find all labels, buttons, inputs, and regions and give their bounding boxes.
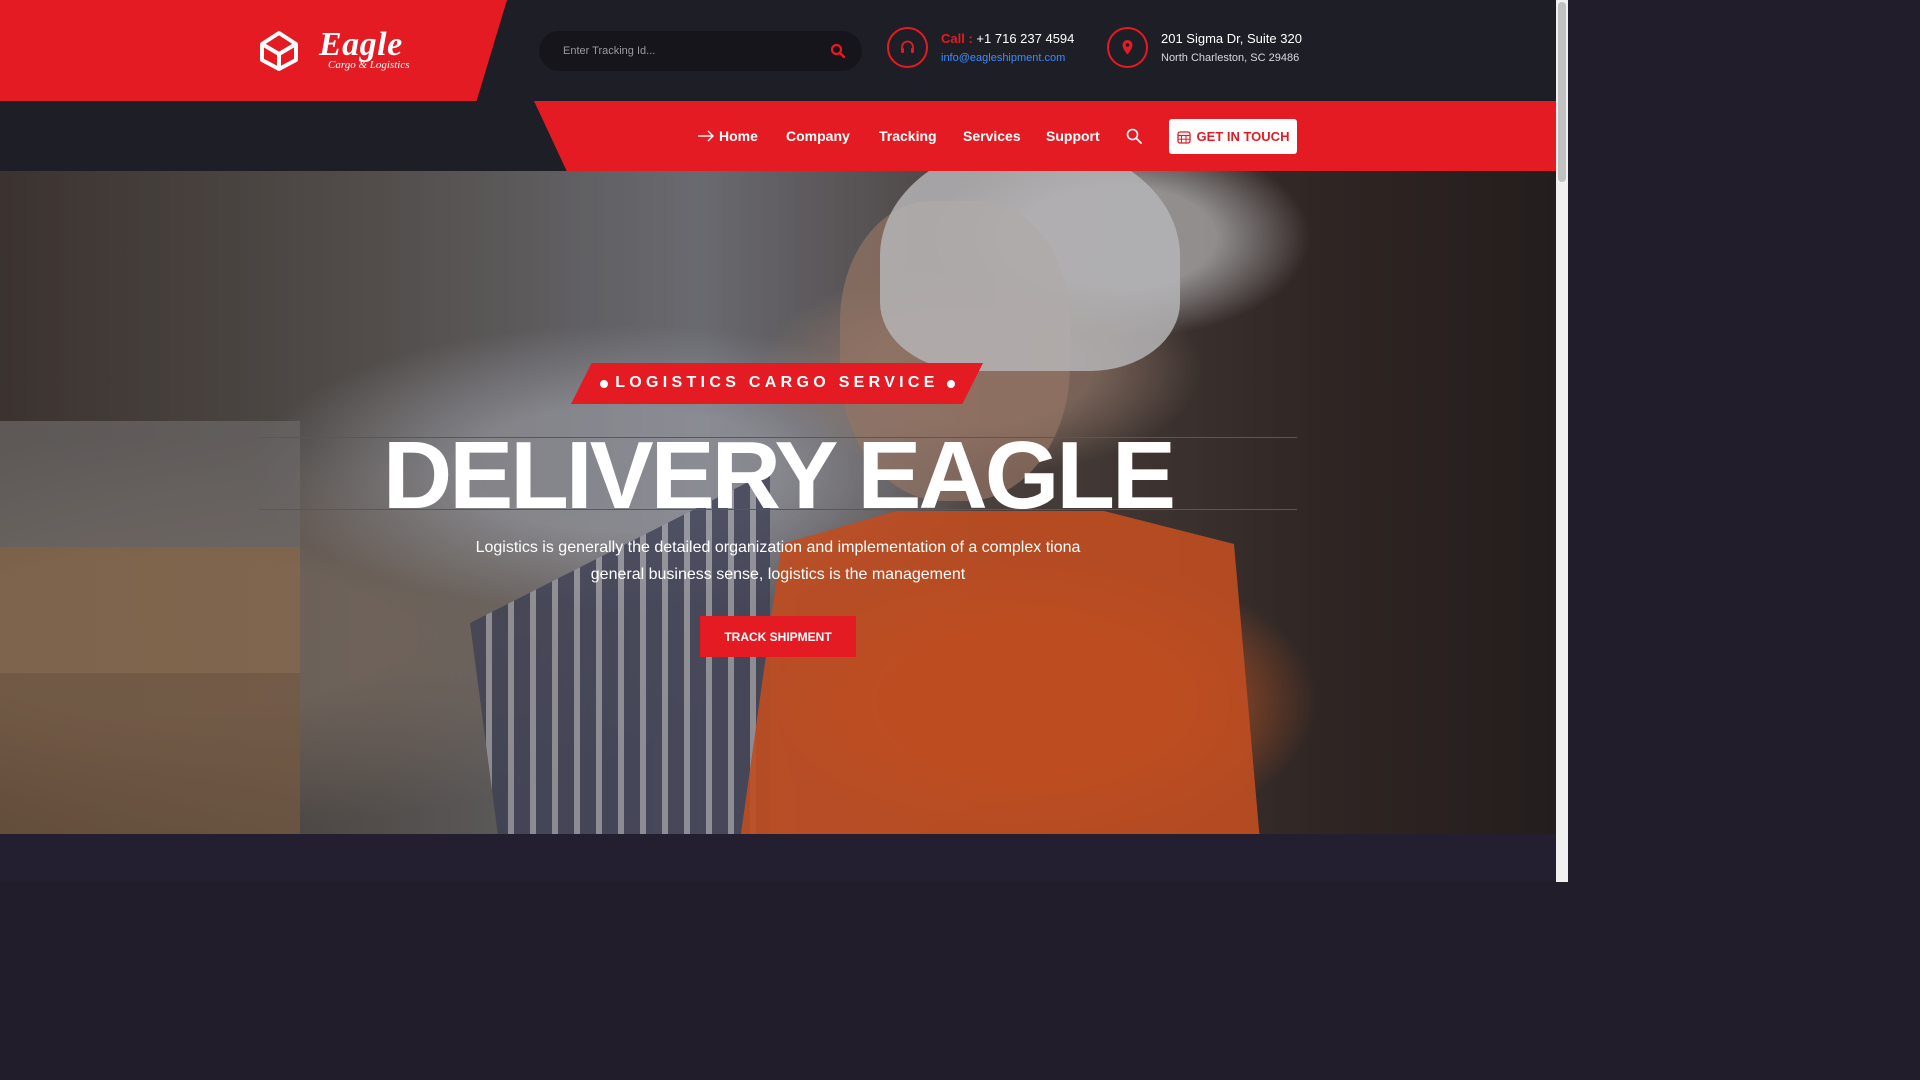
search-icon[interactable] <box>1126 128 1142 144</box>
next-section <box>0 834 1556 882</box>
hero-rule-bottom <box>259 509 1297 510</box>
hero-section: LOGISTICS CARGO SERVICE DELIVERY EAGLE L… <box>0 171 1556 834</box>
track-shipment-button[interactable]: TRACK SHIPMENT <box>700 616 856 657</box>
tracking-id-input[interactable] <box>563 41 813 61</box>
address-line-2: North Charleston, SC 29486 <box>1161 52 1300 64</box>
arrow-right-icon <box>698 130 714 142</box>
main-navigation: Home Company Tracking Services Support G… <box>0 101 1556 171</box>
scrollbar-thumb[interactable] <box>1558 2 1566 182</box>
tracking-search <box>539 31 862 71</box>
search-icon[interactable] <box>830 43 846 59</box>
phone-number[interactable]: +1 716 237 4594 <box>976 31 1074 46</box>
nav-background <box>534 101 1556 171</box>
nav-item-services[interactable]: Services <box>963 128 1021 144</box>
hero-badge: LOGISTICS CARGO SERVICE <box>571 363 983 404</box>
phone-circle <box>887 27 928 68</box>
hero-description: Logistics is generally the detailed orga… <box>400 534 1156 588</box>
nav-item-tracking[interactable]: Tracking <box>879 128 937 144</box>
page: Eagle Cargo & Logistics Call : +1 716 23… <box>0 0 1568 882</box>
nav-item-support[interactable]: Support <box>1046 128 1100 144</box>
top-header: Eagle Cargo & Logistics Call : +1 716 23… <box>0 0 1556 101</box>
calendar-icon <box>1176 130 1191 144</box>
map-pin-icon <box>1122 40 1133 55</box>
hero-title: DELIVERY EAGLE <box>382 422 1176 529</box>
badge-dot-right <box>947 380 955 388</box>
cube-logo-icon <box>260 31 298 71</box>
hero-description-line-2: general business sense, logistics is the… <box>590 566 966 583</box>
hero-badge-text: LOGISTICS CARGO SERVICE <box>615 374 939 391</box>
email-link[interactable]: info@eagleshipment.com <box>941 52 1065 64</box>
address-circle <box>1107 27 1148 68</box>
get-in-touch-label: GET IN TOUCH <box>1196 129 1290 144</box>
headset-icon <box>901 40 914 53</box>
phone-line: Call : +1 716 237 4594 <box>941 31 1074 46</box>
page-scrollbar[interactable] <box>1556 0 1568 882</box>
address-line-1: 201 Sigma Dr, Suite 320 <box>1161 31 1302 46</box>
brand-tagline: Cargo & Logistics <box>328 59 410 71</box>
logo-area[interactable]: Eagle Cargo & Logistics <box>0 0 507 101</box>
get-in-touch-button[interactable]: GET IN TOUCH <box>1169 119 1297 154</box>
call-label: Call : <box>941 31 973 46</box>
nav-item-home[interactable]: Home <box>719 128 758 144</box>
hero-description-line-1: Logistics is generally the detailed orga… <box>475 539 1081 556</box>
nav-item-company[interactable]: Company <box>786 128 850 144</box>
